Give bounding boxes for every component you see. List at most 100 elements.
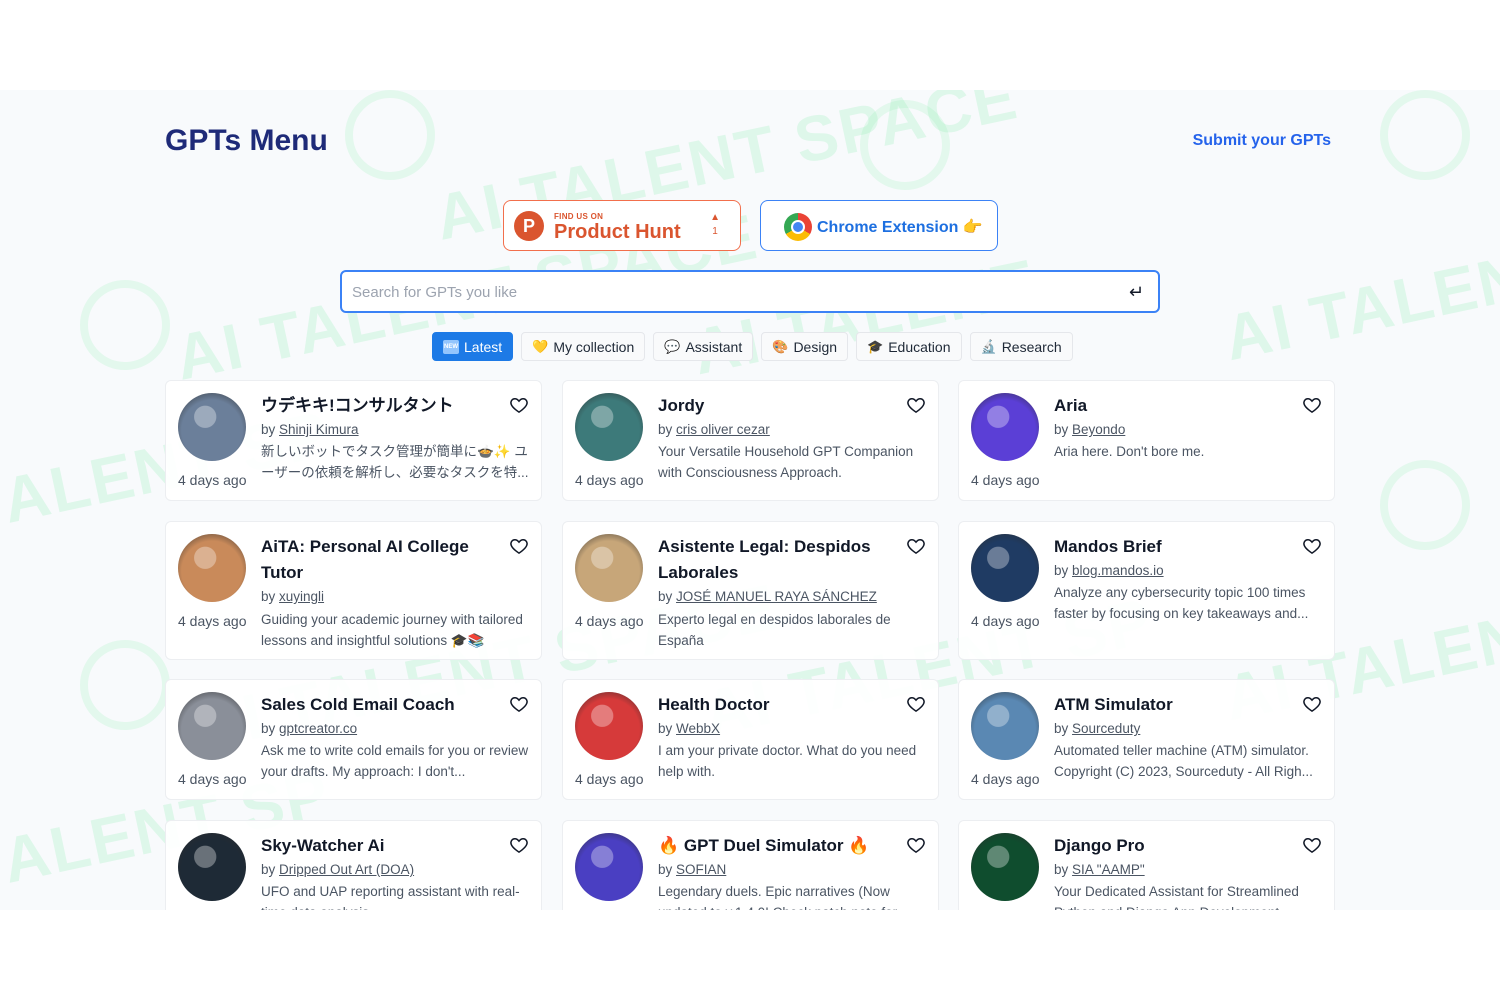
tab-label: Education <box>888 338 951 355</box>
heart-icon[interactable] <box>1302 694 1322 714</box>
upvote-count: 1 <box>712 226 718 237</box>
tab-label: Assistant <box>685 338 743 355</box>
heart-icon[interactable] <box>906 835 926 855</box>
by-label: by <box>658 589 673 604</box>
card-timestamp: 4 days ago <box>971 472 1040 488</box>
card-author-line: by Shinji Kimura <box>261 422 359 437</box>
chrome-extension-label: Chrome Extension 👉 <box>817 219 983 236</box>
gpt-card[interactable]: 4 days ago ウデキキ!コンサルタント by Shinji Kimura… <box>165 380 542 501</box>
gpt-card[interactable]: 4 days ago 🔥 GPT Duel Simulator 🔥 by SOF… <box>562 820 939 910</box>
upvote-counter: ▲ 1 <box>710 211 720 239</box>
watermark-logo <box>80 640 170 730</box>
card-title[interactable]: Health Doctor <box>658 692 902 718</box>
card-title[interactable]: 🔥 GPT Duel Simulator 🔥 <box>658 833 902 859</box>
card-title[interactable]: Mandos Brief <box>1054 534 1298 560</box>
gpt-avatar <box>971 692 1039 760</box>
gpt-card[interactable]: 4 days ago ATM Simulator by Sourceduty A… <box>958 679 1335 800</box>
heart-icon[interactable] <box>509 835 529 855</box>
gpt-card[interactable]: 4 days ago Asistente Legal: Despidos Lab… <box>562 521 939 660</box>
watermark-logo <box>1380 90 1470 180</box>
card-title[interactable]: ウデキキ!コンサルタント <box>261 393 505 419</box>
tab-assistant[interactable]: 💬 Assistant <box>653 332 754 361</box>
card-author-line: by SOFIAN <box>658 862 726 877</box>
card-author-link[interactable]: Shinji Kimura <box>279 422 359 437</box>
card-timestamp: 4 days ago <box>178 613 247 629</box>
tab-design[interactable]: 🎨 Design <box>761 332 849 361</box>
card-description: Automated teller machine (ATM) simulator… <box>1054 743 1313 779</box>
card-timestamp: 4 days ago <box>575 613 644 629</box>
card-description: Aria here. Don't bore me. <box>1054 444 1205 459</box>
gpt-card[interactable]: 4 days ago AiTA: Personal AI College Tut… <box>165 521 542 660</box>
watermark: AI TALENT SPA <box>1217 200 1500 375</box>
card-author-link[interactable]: gptcreator.co <box>279 721 357 736</box>
watermark: AI TALENT <box>686 245 1042 389</box>
tab-education[interactable]: 🎓 Education <box>856 332 962 361</box>
card-title[interactable]: AiTA: Personal AI College Tutor <box>261 534 505 586</box>
card-author-link[interactable]: Sourceduty <box>1072 721 1140 736</box>
card-author-link[interactable]: cris oliver cezar <box>676 422 770 437</box>
gpt-card[interactable]: 4 days ago Jordy by cris oliver cezar Yo… <box>562 380 939 501</box>
card-title[interactable]: Sales Cold Email Coach <box>261 692 505 718</box>
card-title[interactable]: Aria <box>1054 393 1298 419</box>
gpt-avatar <box>575 692 643 760</box>
submit-gpts-link[interactable]: Submit your GPTs <box>1193 132 1331 150</box>
card-description: Your Dedicated Assistant for Streamlined… <box>1054 884 1299 910</box>
tab-label: Latest <box>464 338 503 355</box>
card-author-link[interactable]: Beyondo <box>1072 422 1125 437</box>
gpt-avatar <box>178 692 246 760</box>
gpt-card[interactable]: 4 days ago Sky-Watcher Ai by Dripped Out… <box>165 820 542 910</box>
heart-icon[interactable] <box>1302 835 1322 855</box>
card-author-line: by blog.mandos.io <box>1054 563 1164 578</box>
card-description: Legendary duels. Epic narratives (Now up… <box>658 884 908 910</box>
card-title[interactable]: Sky-Watcher Ai <box>261 833 505 859</box>
card-author-link[interactable]: SOFIAN <box>676 862 726 877</box>
gpt-card[interactable]: 4 days ago Health Doctor by WebbX I am y… <box>562 679 939 800</box>
heart-icon[interactable] <box>906 694 926 714</box>
card-description: Guiding your academic journey with tailo… <box>261 612 523 648</box>
card-author-line: by Sourceduty <box>1054 721 1140 736</box>
card-author-link[interactable]: JOSÉ MANUEL RAYA SÁNCHEZ <box>676 589 877 604</box>
by-label: by <box>261 721 276 736</box>
heart-icon[interactable] <box>1302 536 1322 556</box>
card-timestamp: 4 days ago <box>178 771 247 787</box>
card-title[interactable]: Django Pro <box>1054 833 1298 859</box>
gpt-card[interactable]: 4 days ago Aria by Beyondo Aria here. Do… <box>958 380 1335 501</box>
heart-icon[interactable] <box>509 536 529 556</box>
by-label: by <box>1054 563 1069 578</box>
heart-icon[interactable] <box>509 395 529 415</box>
search-bar: ↵ <box>340 270 1160 313</box>
tab-research[interactable]: 🔬 Research <box>969 332 1073 361</box>
card-description: Ask me to write cold emails for you or r… <box>261 743 529 779</box>
card-title[interactable]: Asistente Legal: Despidos Laborales <box>658 534 902 586</box>
card-author-link[interactable]: WebbX <box>676 721 720 736</box>
site-logo[interactable]: GPTs Menu <box>165 124 328 158</box>
gpt-card[interactable]: 4 days ago Mandos Brief by blog.mandos.i… <box>958 521 1335 660</box>
card-author-link[interactable]: xuyingli <box>279 589 324 604</box>
palette-icon: 🎨 <box>772 338 789 354</box>
by-label: by <box>658 862 673 877</box>
tab-label: My collection <box>553 338 635 355</box>
chrome-extension-button[interactable]: Chrome Extension 👉 <box>760 200 998 251</box>
gpt-card[interactable]: 4 days ago Django Pro by SIA "AAMP" Your… <box>958 820 1335 910</box>
tab-label: Research <box>1001 338 1062 355</box>
enter-icon[interactable]: ↵ <box>1129 282 1144 303</box>
heart-icon[interactable] <box>906 536 926 556</box>
product-hunt-icon: P <box>514 211 544 241</box>
card-author-link[interactable]: SIA "AAMP" <box>1072 862 1145 877</box>
card-author-line: by Dripped Out Art (DOA) <box>261 862 414 877</box>
heart-icon[interactable] <box>1302 395 1322 415</box>
card-author-link[interactable]: blog.mandos.io <box>1072 563 1164 578</box>
card-author-line: by WebbX <box>658 721 720 736</box>
product-hunt-badge[interactable]: P FIND US ON Product Hunt ▲ 1 <box>503 200 741 251</box>
gpt-avatar <box>971 534 1039 602</box>
search-input[interactable] <box>352 278 1112 306</box>
card-title[interactable]: ATM Simulator <box>1054 692 1298 718</box>
card-author-link[interactable]: Dripped Out Art (DOA) <box>279 862 414 877</box>
heart-icon[interactable] <box>509 694 529 714</box>
heart-icon[interactable] <box>906 395 926 415</box>
card-title[interactable]: Jordy <box>658 393 902 419</box>
gpt-card[interactable]: 4 days ago Sales Cold Email Coach by gpt… <box>165 679 542 800</box>
tab-my-collection[interactable]: 💛 My collection <box>521 332 646 361</box>
tab-latest[interactable]: NEW Latest <box>432 332 514 361</box>
heart-emoji-icon: 💛 <box>532 338 549 354</box>
